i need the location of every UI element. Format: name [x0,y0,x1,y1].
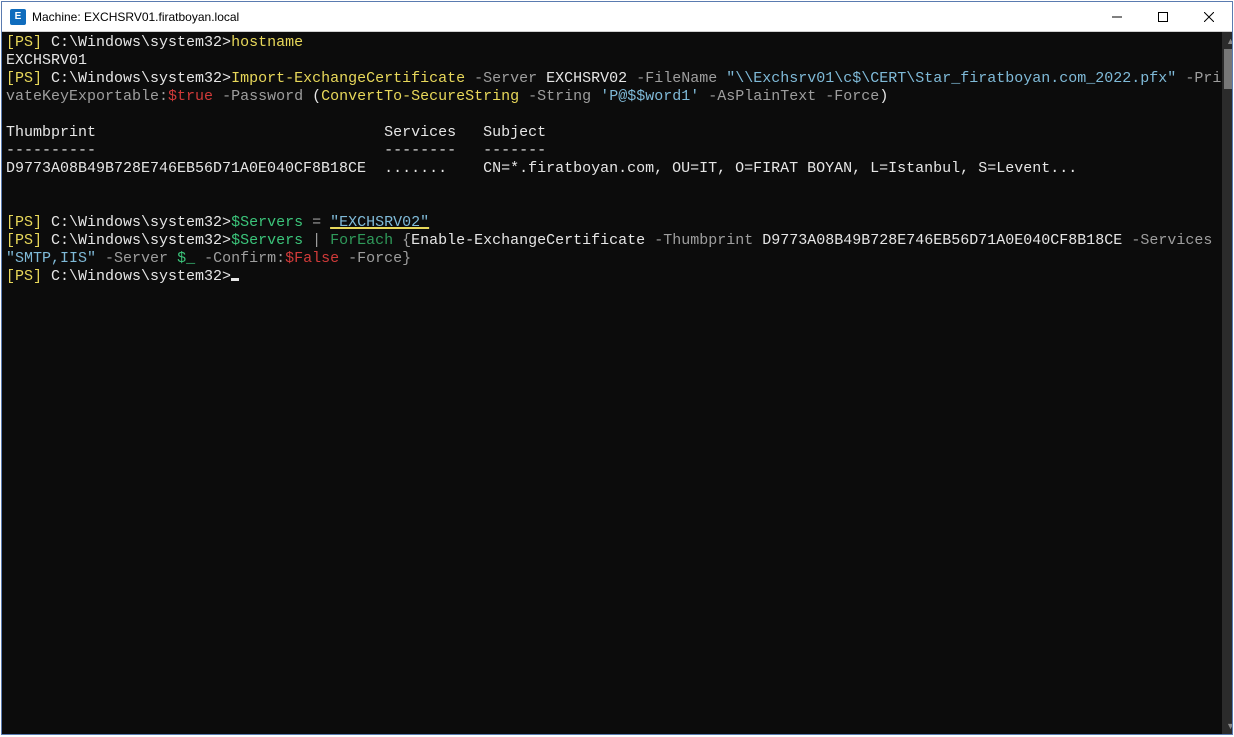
col-services: Services [384,124,456,141]
param-server2: -Server [105,250,168,267]
paren-close: ) [879,88,888,105]
param-services: -Services [1131,232,1212,249]
prompt-ps: [PS] [6,34,42,51]
val-true: $true [168,88,213,105]
cmd-import-cert: Import-ExchangeCertificate [231,70,465,87]
col-thumbprint: Thumbprint [6,124,96,141]
maximize-icon [1158,12,1168,22]
prompt-path [42,34,51,51]
param-confirm: -Confirm: [204,250,285,267]
window-title: Machine: EXCHSRV01.firatboyan.local [32,10,239,24]
terminal-output[interactable]: [PS] C:\Windows\system32>hostname EXCHSR… [2,32,1222,734]
param-filename: -FileName [636,70,717,87]
cursor [231,278,239,281]
out-hostname: EXCHSRV01 [6,52,87,69]
param-force: -Force [825,88,879,105]
paren-open: ( [312,88,321,105]
cmd-enable-cert: Enable-ExchangeCertificate [411,232,645,249]
var-servers: $Servers [231,214,303,231]
val-filename: "\\Exchsrv01\c$\CERT\Star_firatboyan.com… [726,70,1176,87]
val-password: 'P@$$word1' [600,88,699,105]
param-force2: -Force [348,250,402,267]
scroll-up-button[interactable]: ▲ [1222,32,1232,49]
close-button[interactable] [1186,2,1232,32]
val-exchsrv02: "EXCHSRV02" [330,214,429,231]
val-services: "SMTP,IIS" [6,250,96,267]
titlebar[interactable]: E Machine: EXCHSRV01.firatboyan.local [2,2,1232,32]
row-subject: CN=*.firatboyan.com, OU=IT, O=FIRAT BOYA… [483,160,1077,177]
minimize-icon [1112,12,1122,22]
val-false: $False [285,250,339,267]
scroll-thumb[interactable] [1224,49,1232,89]
param-password: -Password [222,88,303,105]
val-dollar-underscore: $_ [177,250,195,267]
param-asplaintext: -AsPlainText [708,88,816,105]
var-servers2: $Servers [231,232,303,249]
maximize-button[interactable] [1140,2,1186,32]
kw-foreach: ForEach [330,232,393,249]
cmd-convertto: ConvertTo-SecureString [321,88,519,105]
row-thumbprint: D9773A08B49B728E746EB56D71A0E040CF8B18CE [6,160,366,177]
app-icon: E [10,9,26,25]
minimize-button[interactable] [1094,2,1140,32]
scrollbar[interactable]: ▲ ▼ [1222,32,1232,734]
param-thumbprint: -Thumbprint [654,232,753,249]
row-services: ....... [384,160,447,177]
client-area: [PS] C:\Windows\system32>hostname EXCHSR… [2,32,1232,734]
console-window: E Machine: EXCHSRV01.firatboyan.local [P… [1,1,1233,735]
param-string: -String [528,88,591,105]
close-icon [1204,12,1214,22]
param-server: -Server [474,70,537,87]
val-thumbprint: D9773A08B49B728E746EB56D71A0E040CF8B18CE [762,232,1122,249]
cmd-hostname: hostname [231,34,303,51]
col-subject: Subject [483,124,546,141]
val-server: EXCHSRV02 [546,70,627,87]
scroll-down-button[interactable]: ▼ [1222,717,1232,734]
